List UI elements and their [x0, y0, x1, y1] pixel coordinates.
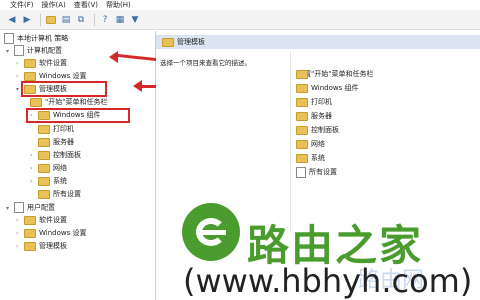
details-header: 管理模板 [156, 35, 480, 49]
folder-icon [162, 37, 174, 47]
user-icon [14, 202, 24, 213]
tree-start-menu[interactable]: "开始"菜单和任务栏 [30, 97, 107, 108]
folder-icon [296, 97, 308, 107]
list-item-network[interactable]: 网络 [296, 138, 325, 150]
watermark-logo [182, 203, 240, 261]
tree-network[interactable]: › 网络 [30, 163, 67, 174]
tree-user-software[interactable]: › 软件设置 [16, 215, 67, 226]
folder-icon [296, 125, 308, 135]
settings-list-icon [296, 166, 306, 178]
folder-icon [24, 71, 36, 81]
tree-all-settings[interactable]: 所有设置 [38, 189, 81, 200]
menu-file[interactable]: 文件(F) [10, 0, 34, 10]
folder-icon [296, 111, 308, 121]
tree-user-admin[interactable]: › 管理模板 [16, 241, 67, 252]
folder-icon [296, 139, 308, 149]
help-icon[interactable]: ? [99, 14, 111, 26]
policy-icon [4, 33, 14, 44]
forward-icon[interactable]: ▶ [21, 14, 33, 26]
highlight-box-windows-components [26, 108, 130, 123]
tree-control-panel[interactable]: › 控制面板 [30, 150, 81, 161]
folder-icon [38, 137, 50, 147]
list-item-server[interactable]: 服务器 [296, 110, 332, 122]
tree-user-config[interactable]: ▾ 用户配置 [6, 202, 55, 213]
list-item-printers[interactable]: 打印机 [296, 96, 332, 108]
annotation-arrowhead-2 [133, 80, 142, 92]
tree-root[interactable]: 本地计算机 策略 [4, 33, 68, 44]
list-item-start-menu[interactable]: "开始"菜单和任务栏 [296, 68, 373, 80]
computer-icon [14, 45, 24, 56]
collapse-icon[interactable]: ▾ [6, 46, 14, 57]
properties-icon[interactable]: ▦ [114, 14, 126, 26]
folder-icon [38, 176, 50, 186]
back-icon[interactable]: ◀ [6, 14, 18, 26]
tree-user-windows[interactable]: › Windows 设置 [16, 228, 86, 239]
list-item-system[interactable]: 系统 [296, 152, 325, 164]
folder-icon [38, 150, 50, 160]
tree-server[interactable]: 服务器 [38, 137, 74, 148]
toolbar-divider [40, 13, 41, 26]
tree-computer-config[interactable]: ▾ 计算机配置 [6, 45, 62, 56]
toolbar: ◀ ▶ ▤ ⧉ ? ▦ ▼ [0, 10, 480, 30]
folder-icon [38, 189, 50, 199]
folder-icon [30, 97, 42, 107]
folder-icon [296, 83, 308, 93]
folder-icon [38, 163, 50, 173]
folder-up-icon[interactable] [45, 14, 57, 26]
list-item-windows-components[interactable]: Windows 组件 [296, 82, 358, 94]
expand-icon[interactable]: › [16, 58, 24, 69]
collapse-icon[interactable]: ▾ [6, 203, 14, 214]
expand-icon[interactable]: › [16, 215, 24, 226]
list-item-all-settings[interactable]: 所有设置 [296, 166, 337, 178]
tree-printers[interactable]: 打印机 [38, 124, 74, 135]
folder-icon [296, 69, 308, 79]
expand-icon[interactable]: › [30, 150, 38, 161]
list-item-control-panel[interactable]: 控制面板 [296, 124, 339, 136]
description-text: 选择一个项目来查看它的描述。 [160, 59, 251, 67]
menu-view[interactable]: 查看(V) [74, 0, 98, 10]
export-icon[interactable]: ⧉ [75, 14, 87, 26]
expand-icon[interactable]: › [16, 228, 24, 239]
folder-icon [24, 58, 36, 68]
folder-icon [24, 228, 36, 238]
toolbar-divider [94, 13, 95, 26]
expand-icon[interactable]: › [30, 176, 38, 187]
annotation-arrowhead-1 [109, 51, 118, 63]
folder-icon [24, 241, 36, 251]
folder-icon [296, 153, 308, 163]
expand-icon[interactable]: › [30, 163, 38, 174]
folder-icon [38, 124, 50, 134]
tree-pane: 本地计算机 策略 ▾ 计算机配置 › 软件设置 › Windows 设置 ▾ 管理模板 … [0, 31, 156, 300]
watermark-url: (www.hbhyh.com) [183, 262, 473, 300]
tree-system[interactable]: › 系统 [30, 176, 67, 187]
filter-icon[interactable]: ▼ [129, 14, 141, 26]
menu-bar: 文件(F) 操作(A) 查看(V) 帮助(H) [0, 0, 480, 10]
tree-software-settings[interactable]: › 软件设置 [16, 58, 67, 69]
highlight-box-admin-templates [21, 81, 107, 97]
menu-help[interactable]: 帮助(H) [106, 0, 131, 10]
folder-icon [24, 215, 36, 225]
pane-divider [290, 51, 291, 231]
expand-icon[interactable]: › [16, 241, 24, 252]
show-tree-icon[interactable]: ▤ [60, 14, 72, 26]
menu-action[interactable]: 操作(A) [42, 0, 66, 10]
